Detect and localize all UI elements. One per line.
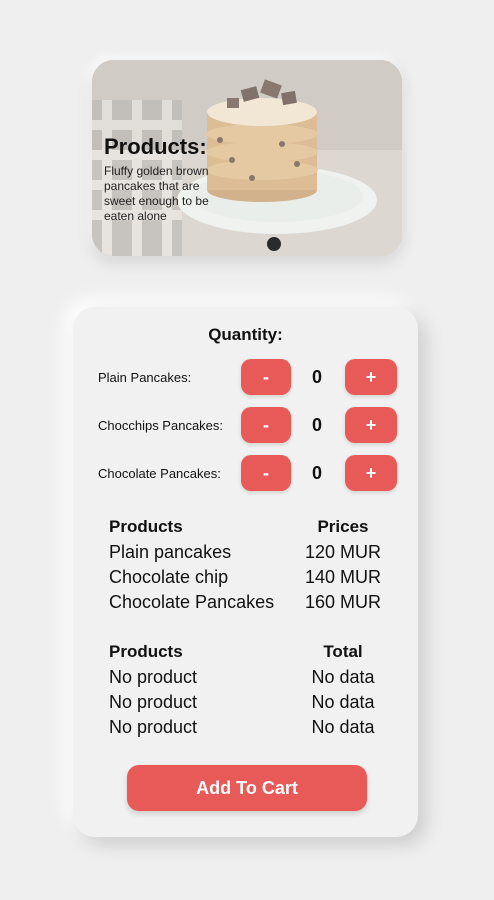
header-products: Products	[109, 642, 183, 661]
header-products: Products	[109, 517, 183, 536]
quantity-label: Chocolate Pancakes:	[98, 466, 221, 481]
product-total: No data	[311, 692, 375, 712]
totals-table: Products Total No product No data No pro…	[109, 642, 399, 742]
quantity-value: 0	[311, 463, 322, 483]
table-row: No product No data	[109, 692, 399, 717]
table-row: Chocolate chip 140 MUR	[109, 567, 399, 592]
header-prices: Prices	[317, 517, 369, 536]
carousel-indicator[interactable]	[267, 237, 281, 251]
increase-button[interactable]: +	[345, 359, 397, 395]
product-name: Plain pancakes	[109, 542, 232, 562]
product-total: No data	[311, 667, 375, 687]
quantity-label: Plain Pancakes:	[98, 370, 192, 385]
table-row: No product No data	[109, 717, 399, 742]
table-row: Chocolate Pancakes 160 MUR	[109, 592, 399, 617]
quantity-title: Quantity:	[208, 325, 283, 344]
table-row: No product No data	[109, 667, 399, 692]
product-name: No product	[109, 717, 198, 737]
prices-table: Products Prices Plain pancakes 120 MUR C…	[109, 517, 399, 617]
product-price: 160 MUR	[304, 592, 382, 612]
product-total: No data	[311, 717, 375, 737]
table-row: Plain pancakes 120 MUR	[109, 542, 399, 567]
decrease-button[interactable]: -	[241, 359, 291, 395]
header-total: Total	[323, 642, 363, 661]
product-name: Chocolate chip	[109, 567, 229, 587]
quantity-label: Chocchips Pancakes:	[98, 418, 224, 433]
product-name: Chocolate Pancakes	[109, 592, 275, 612]
product-image-card: Products: Fluffy golden brown pancakes t…	[92, 60, 402, 256]
table-header: Products Prices	[109, 517, 399, 542]
quantity-row-plain: Plain Pancakes: - 0 +	[73, 359, 418, 395]
table-header: Products Total	[109, 642, 399, 667]
quantity-value: 0	[311, 367, 322, 387]
product-price: 140 MUR	[304, 567, 382, 587]
decrease-button[interactable]: -	[241, 455, 291, 491]
increase-button[interactable]: +	[345, 455, 397, 491]
product-name: No product	[109, 667, 198, 687]
add-to-cart-button[interactable]: Add To Cart	[127, 765, 367, 811]
decrease-button[interactable]: -	[241, 407, 291, 443]
quantity-row-chocchips: Chocchips Pancakes: - 0 +	[73, 407, 418, 443]
quantity-row-chocolate: Chocolate Pancakes: - 0 +	[73, 455, 418, 491]
quantity-value: 0	[311, 415, 322, 435]
hero-title: Products:	[104, 134, 207, 159]
product-price: 120 MUR	[304, 542, 382, 562]
product-name: No product	[109, 692, 198, 712]
increase-button[interactable]: +	[345, 407, 397, 443]
order-card: Quantity: Plain Pancakes: - 0 + Chocchip…	[73, 307, 418, 837]
hero-description: Fluffy golden brown pancakes that are sw…	[104, 164, 209, 223]
